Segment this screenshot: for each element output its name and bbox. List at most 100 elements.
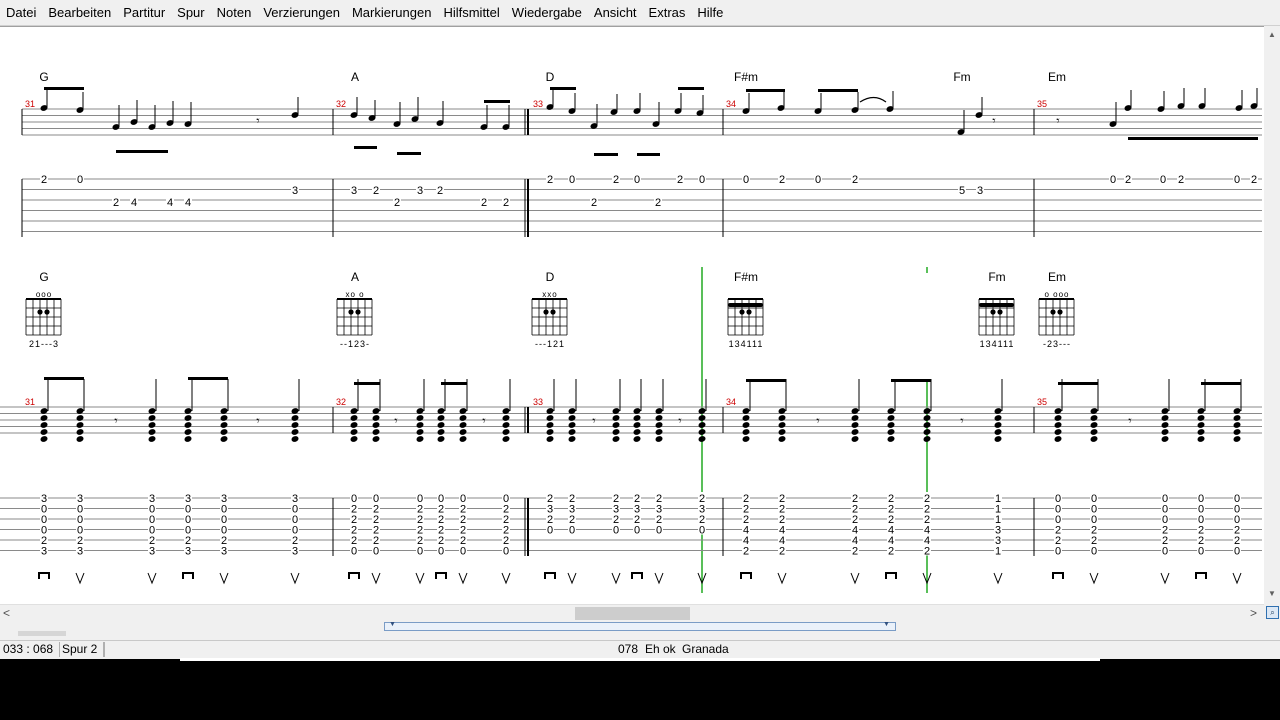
track-selector[interactable]: ▼ ▼ [384,621,896,631]
tab-number: 2 [677,174,683,186]
chord-note-head [1197,415,1205,421]
tab-number: 2 [591,197,597,209]
horizontal-scrollbar[interactable]: < > [0,604,1264,622]
tab-number: 3 [292,185,298,197]
menu-ansicht[interactable]: Ansicht [588,0,643,25]
tab-number: 0 [743,174,749,186]
measure-number: 33 [533,99,543,109]
tab-number: 2 [437,185,443,197]
tab-number: 2 [779,546,785,558]
downstroke-icon [435,572,447,579]
menu-wiedergabe[interactable]: Wiedergabe [506,0,588,25]
chord-name: D [546,270,555,284]
chord-note-head [851,415,859,421]
chord-note-head [887,415,895,421]
chord-note-head [502,415,510,421]
tab-number: 0 [1234,174,1240,186]
chord-note-head [76,429,84,435]
downstroke-icon [631,572,643,579]
scroll-up-icon[interactable]: ▲ [1268,30,1276,39]
upstroke-icon [993,572,1003,585]
chord-note-head [633,415,641,421]
chord-note-head [1233,429,1241,435]
scroll-down-icon[interactable]: ▼ [1268,589,1276,598]
chord-note-head [184,436,192,442]
menu-spur[interactable]: Spur [171,0,210,25]
tab-number: 2 [1178,174,1184,186]
zoom-button[interactable]: ⌕ [1264,604,1280,621]
chord-note-head [40,422,48,428]
measure-number: 32 [336,397,346,407]
measure-number: 35 [1037,397,1047,407]
vertical-scrollbar[interactable]: ▲ ▼ [1264,26,1280,604]
note-beam [188,377,228,380]
chord-note-head [1090,429,1098,435]
chord-note-head [76,436,84,442]
tab-number: 4 [185,197,191,209]
tab-number: 0 [569,525,575,537]
tab-number: 0 [503,546,509,558]
menu-hilfsmittel[interactable]: Hilfsmittel [437,0,505,25]
chord-note-head [148,422,156,428]
tab-number: 3 [77,546,83,558]
chord-note-head [923,436,931,442]
arrow-left-icon[interactable]: < [3,606,10,620]
menu-partitur[interactable]: Partitur [117,0,171,25]
menu-noten[interactable]: Noten [211,0,258,25]
chord-note-head [546,429,554,435]
chord-markers: o ooo [1044,290,1069,299]
tab-number: 0 [417,546,423,558]
chord-note-head [778,436,786,442]
menu-bearbeiten[interactable]: Bearbeiten [42,0,117,25]
scroll-thumb[interactable] [575,607,690,620]
chord-note-head [291,436,299,442]
upstroke-icon [1089,572,1099,585]
note-beam [746,379,786,382]
eighth-rest: 𝄾 [394,413,398,428]
tab-number: 5 [959,185,965,197]
tab-number: 0 [569,174,575,186]
chord-name: F#m [734,70,758,84]
note-beam [1201,382,1241,385]
eighth-rest: 𝄾 [960,413,964,428]
downstroke-icon [182,572,194,579]
chord-note-head [698,436,706,442]
chord-note-head [350,436,358,442]
chord-note-head [1090,415,1098,421]
menu-extras[interactable]: Extras [643,0,692,25]
note-beam [397,152,421,155]
chord-note-head [372,429,380,435]
chord-note-head [76,415,84,421]
score-view[interactable]: G A D F#m Fm Em 31 32 33 34 35 𝄾 𝄾 𝄾 2 0 2 4 4 4 3 3 2 2 3 2 2 2 2 0 2… [0,26,1264,605]
score-canvas[interactable]: G A D F#m Fm Em31 32 33 34 35𝄾 𝄾 𝄾2 02 4 4 43 3 223 22 22 02… [0,27,1264,605]
chord-dot [739,309,745,315]
note-beam [678,87,704,90]
arrow-right-icon[interactable]: > [1250,606,1257,620]
measure-number: 34 [726,397,736,407]
eighth-rest: 𝄾 [678,413,682,428]
chord-markers: xxo [542,290,557,299]
menu-hilfe[interactable]: Hilfe [691,0,729,25]
tab-number: 0 [1055,546,1061,558]
chord-note-head [437,436,445,442]
chord-note-head [742,415,750,421]
downstroke-icon [544,572,556,579]
menu-datei[interactable]: Datei [0,0,42,25]
menu-verzierungen[interactable]: Verzierungen [257,0,346,25]
chord-note-head [372,415,380,421]
chord-fingering: -23--- [1043,339,1071,349]
tab-number: 2 [373,185,379,197]
chord-note-head [887,429,895,435]
tab-number: 0 [351,546,357,558]
chord-note-head [655,436,663,442]
chord-note-head [851,436,859,442]
chord-dot [550,309,556,315]
note-beam [441,382,467,385]
chord-note-head [994,436,1002,442]
chord-name: Em [1048,270,1066,284]
menu-markierungen[interactable]: Markierungen [346,0,438,25]
note-beam [550,87,576,90]
downstroke-icon [1052,572,1064,579]
chord-note-head [459,436,467,442]
zoom-slider[interactable] [18,631,66,636]
